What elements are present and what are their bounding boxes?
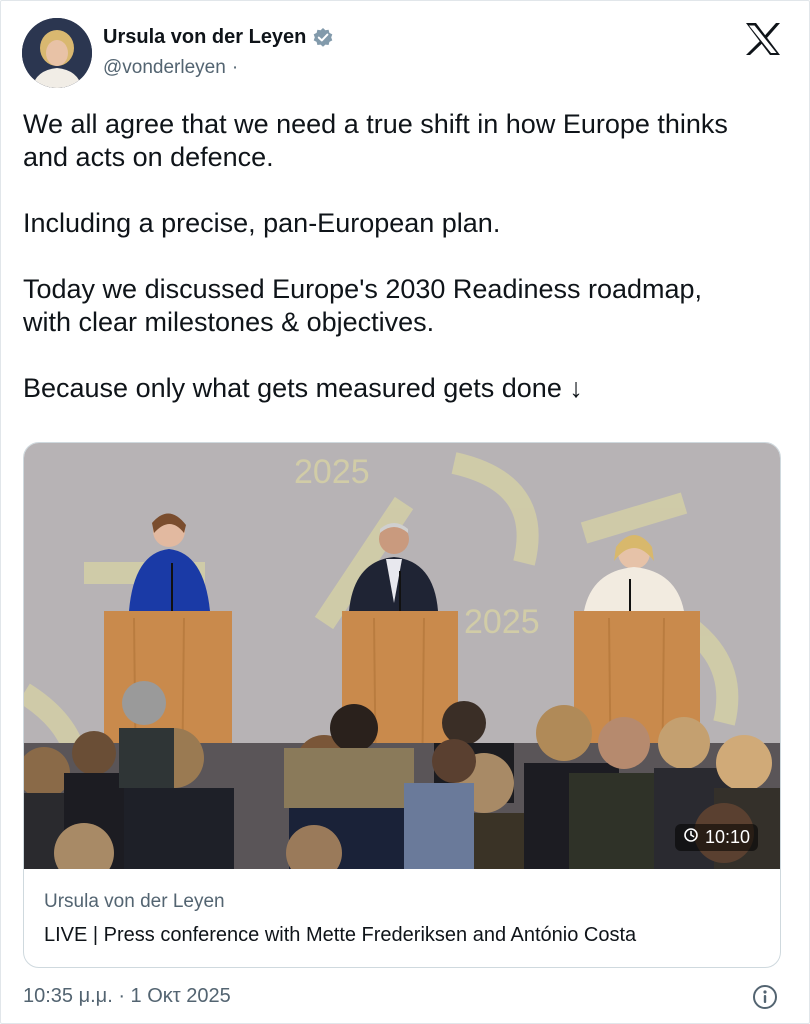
card-title[interactable]: LIVE | Press conference with Mette Frede… <box>44 924 636 947</box>
author-name[interactable]: Ursula von der Leyen <box>103 26 306 49</box>
info-icon[interactable] <box>752 984 778 1010</box>
author-handle[interactable]: @vonderleyen <box>103 57 226 79</box>
video-thumbnail[interactable]: 2025 2025 10:10 <box>24 443 780 869</box>
tweet-paragraph: We all agree that we need a true shift i… <box>23 109 728 172</box>
video-card[interactable]: 2025 2025 10:10 Ursula von der Leyen LIV… <box>23 442 781 968</box>
author-handle-row: @vonderleyen · <box>103 57 238 79</box>
svg-text:2025: 2025 <box>294 453 370 491</box>
tweet-timestamp[interactable]: 10:35 μ.μ. · 1 Οκτ 2025 <box>23 985 231 1008</box>
card-author: Ursula von der Leyen <box>44 891 225 912</box>
tweet-text: We all agree that we need a true shift i… <box>23 108 793 438</box>
avatar[interactable] <box>22 18 92 88</box>
tweet-paragraph: Including a precise, pan-European plan. <box>23 208 501 238</box>
handle-separator: · <box>231 57 239 78</box>
svg-text:2025: 2025 <box>464 603 540 641</box>
replay-clock-icon <box>683 827 699 848</box>
video-duration-text: 10:10 <box>704 827 750 847</box>
author-name-row[interactable]: Ursula von der Leyen <box>103 26 334 49</box>
verified-badge-icon <box>312 27 334 49</box>
x-logo-icon[interactable] <box>744 22 782 56</box>
video-duration: 10:10 <box>674 824 758 851</box>
tweet-paragraph: Because only what gets measured gets don… <box>23 373 583 403</box>
tweet-paragraph: Today we discussed Europe's 2030 Readine… <box>23 274 703 337</box>
